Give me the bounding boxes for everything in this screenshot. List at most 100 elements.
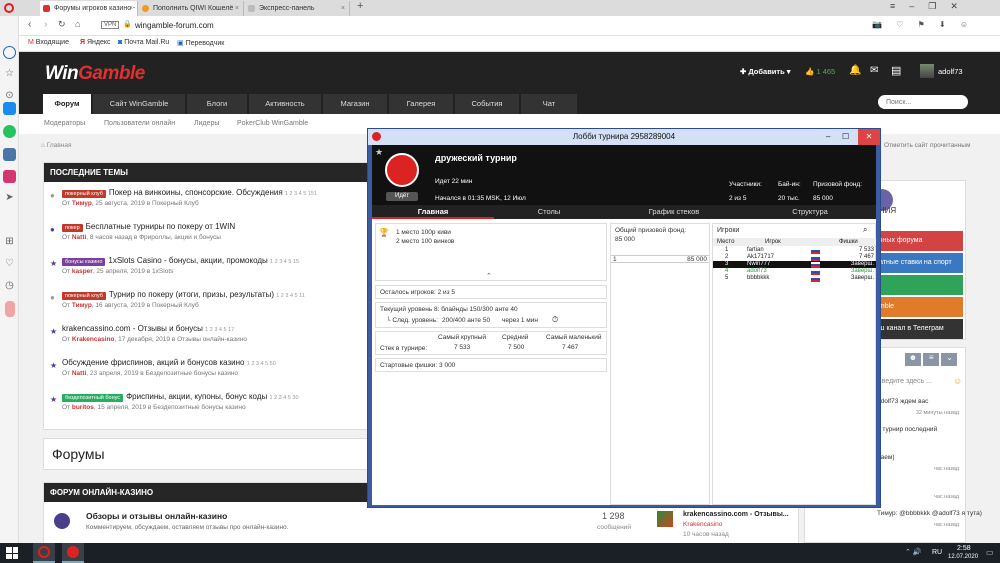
site-logo[interactable]: WinGamble (45, 63, 145, 85)
forum-row-title[interactable]: Обзоры и отзывы онлайн-казино (86, 511, 227, 521)
search-icon[interactable]: ⌕ (863, 225, 867, 235)
tab-tables[interactable]: Столы (494, 205, 604, 219)
topic-row[interactable]: ★ бездепозитный бонус Фриспины, акции, ку… (44, 389, 374, 423)
nav-gallery[interactable]: Галерея (389, 94, 453, 114)
topic-row[interactable]: ★ бонусы казино 1xSlots Casino - бонусы, … (44, 253, 374, 287)
close-icon[interactable]: × (129, 1, 133, 16)
nav-activity[interactable]: Активность (249, 94, 321, 114)
mark-read-link[interactable]: Отметить сайт прочитанным (884, 142, 970, 149)
messenger-icon[interactable] (3, 102, 16, 115)
topic-title[interactable]: покерный клуб Турнир по покеру (итоги, пр… (62, 290, 305, 300)
subnav-moderators[interactable]: Модераторы (44, 120, 85, 127)
topic-pages[interactable]: 1 2 3 4 5 30 (269, 395, 298, 401)
apps-icon[interactable]: ⊞ (3, 236, 16, 249)
topic-author[interactable]: Natti (72, 234, 86, 241)
topic-author[interactable]: Natti (72, 370, 86, 377)
tab-stack-chart[interactable]: График стеков (604, 205, 744, 219)
topic-title[interactable]: покер Бесплатные турниры по покеру от 1WI… (62, 222, 235, 232)
clock-icon[interactable]: ◷ (3, 280, 16, 293)
topic-pages[interactable]: 1 2 3 4 5 17 (205, 327, 234, 333)
tray-date[interactable]: 12.07.2020 (948, 554, 978, 560)
topic-author[interactable]: buritos (72, 404, 94, 411)
close-icon[interactable]: × (235, 1, 239, 16)
bookmark-yandex[interactable]: Я Яндекс (80, 39, 111, 46)
close-icon[interactable]: × (341, 1, 345, 16)
subnav-pokerclub[interactable]: PokerClub WinGamble (237, 120, 308, 127)
nav-site[interactable]: Сайт WinGamble (93, 94, 185, 114)
nav-chat[interactable]: Чат (521, 94, 577, 114)
col-player[interactable]: Игрок (765, 238, 781, 246)
topic-row[interactable]: ● покер Бесплатные турниры по покеру от 1… (44, 219, 374, 253)
likes-counter[interactable]: 👍 1 465 (805, 67, 835, 76)
browser-tab-2[interactable]: Экспресс-панель × (245, 1, 350, 16)
browser-tab-1[interactable]: Пополнить QIWI Кошелё × (139, 1, 244, 16)
list-icon[interactable]: ≡ (923, 353, 940, 366)
back-icon[interactable]: ‹ (28, 19, 31, 30)
restore-icon[interactable]: ☐ (842, 129, 849, 145)
nav-events[interactable]: События (455, 94, 519, 114)
topic-title[interactable]: бонусы казино 1xSlots Casino - бонусы, ак… (62, 256, 299, 266)
nav-shop[interactable]: Магазин (323, 94, 387, 114)
topic-title[interactable]: покерный клуб Покер на винкоины, спонсорс… (62, 188, 317, 198)
topic-row[interactable]: ● покерный клуб Турнир по покеру (итоги, … (44, 287, 374, 321)
forward-icon[interactable]: › (44, 19, 47, 30)
favorite-star-icon[interactable]: ★ (375, 147, 383, 158)
topic-row[interactable]: ● покерный клуб Покер на винкоины, спонсо… (44, 185, 374, 219)
instagram-icon[interactable] (3, 170, 16, 183)
speed-dial-icon[interactable] (3, 46, 16, 59)
chat-input[interactable]: Введите здесь ... (877, 378, 932, 385)
topic-author[interactable]: kasper (72, 268, 93, 275)
bookmark-translator[interactable]: ▣ Переводчик (177, 39, 224, 47)
opera-task-icon[interactable] (33, 543, 55, 563)
tray-lang[interactable]: RU (932, 549, 942, 556)
collapse-chevron-icon[interactable]: ⌃ (486, 272, 492, 280)
bell-icon[interactable]: 🔔 (849, 65, 861, 76)
topic-title[interactable]: бездепозитный бонус Фриспины, акции, купо… (62, 392, 299, 402)
star-icon[interactable]: ☆ (3, 68, 16, 81)
topic-row[interactable]: ★ krakencassino.com - Отзывы и бонусы 1 … (44, 321, 374, 355)
col-chips[interactable]: Фишки (839, 238, 858, 246)
topic-title[interactable]: krakencassino.com - Отзывы и бонусы 1 2 … (62, 324, 234, 333)
heart-icon[interactable]: ♡ (3, 258, 16, 271)
tab-structure[interactable]: Структура (744, 205, 876, 219)
close-icon[interactable]: ✕ (858, 129, 880, 145)
subnav-online[interactable]: Пользователи онлайн (104, 120, 175, 127)
sidebar-collapse-icon[interactable] (5, 301, 15, 317)
last-post-title[interactable]: krakencassino.com - Отзывы... (683, 511, 789, 518)
col-place[interactable]: Место (717, 238, 734, 246)
menu-icon[interactable]: ▤ (891, 64, 901, 77)
topic-author[interactable]: Тимур (72, 200, 92, 207)
search-tabs-icon[interactable]: ≡ (890, 1, 909, 11)
add-button[interactable]: ✚ Добавить ▾ (740, 67, 791, 76)
url-text[interactable]: wingamble-forum.com (135, 21, 214, 30)
send-icon[interactable]: ➤ (3, 192, 16, 205)
player-row[interactable]: 4 adolf73 Заверш. (713, 268, 876, 275)
topic-author[interactable]: Krakencasino (72, 336, 115, 343)
topic-title[interactable]: Обсуждение фриспинов, акций и бонусов ка… (62, 358, 276, 367)
search-input[interactable] (878, 95, 968, 109)
vpn-badge[interactable]: VPN (101, 21, 120, 29)
close-window-icon[interactable]: ✕ (950, 1, 972, 11)
nav-forum[interactable]: Форум (43, 94, 91, 114)
subnav-leaders[interactable]: Лидеры (194, 120, 219, 127)
nav-blogs[interactable]: Блоги (187, 94, 247, 114)
tab-main[interactable]: Главная (372, 205, 494, 219)
pokerstars-task-icon[interactable] (62, 543, 84, 563)
vk-icon[interactable] (3, 148, 16, 161)
topic-pages[interactable]: 1 2 3 4 5 11 (276, 293, 305, 299)
whatsapp-icon[interactable] (3, 125, 16, 138)
emoji-icon[interactable]: ☺ (953, 376, 962, 386)
chevron-down-icon[interactable]: ⌄ (941, 353, 958, 366)
windows-start-icon[interactable] (6, 547, 18, 559)
minimize-icon[interactable]: – (826, 129, 830, 145)
player-row[interactable]: 1 fartian 7 533 (713, 247, 876, 254)
envelope-icon[interactable]: ✉ (870, 65, 878, 76)
browser-tab-0[interactable]: Форумы игроков казино - × (40, 1, 138, 16)
bookmark-inbox[interactable]: M Входящие (28, 39, 69, 46)
new-tab-icon[interactable]: + (357, 0, 363, 12)
opera-logo[interactable] (4, 3, 14, 13)
player-row[interactable]: 3 Nwin777 Заверш. (713, 261, 876, 268)
avatar[interactable] (920, 64, 934, 78)
player-row[interactable]: 2 Ak171717 7 467 (713, 254, 876, 261)
breadcrumb[interactable]: ⌂ Главная (41, 142, 71, 149)
